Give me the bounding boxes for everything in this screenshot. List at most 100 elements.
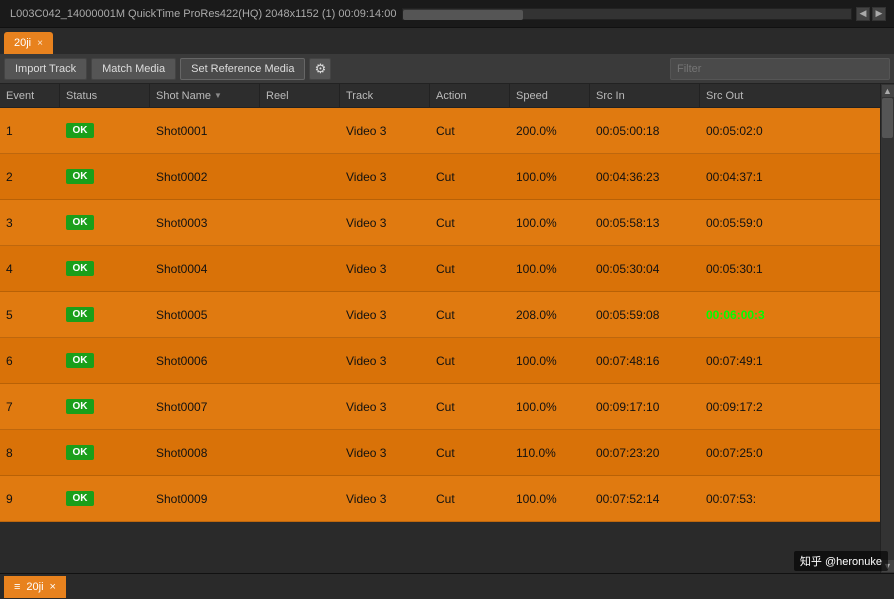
top-media-bar: L003C042_14000001M QuickTime ProRes422(H…	[0, 0, 894, 28]
nav-next-arrow[interactable]: ▶	[872, 7, 886, 21]
tab-row: 20ji ×	[0, 28, 894, 54]
main-tab[interactable]: 20ji ×	[4, 32, 53, 54]
cell-shot: Shot0006	[150, 338, 260, 383]
cell-track: Video 3	[340, 246, 430, 291]
cell-srcin: 00:09:17:10	[590, 384, 700, 429]
cell-speed: 100.0%	[510, 246, 590, 291]
cell-speed: 208.0%	[510, 292, 590, 337]
cell-reel	[260, 108, 340, 153]
cell-speed: 200.0%	[510, 108, 590, 153]
match-media-button[interactable]: Match Media	[91, 58, 176, 80]
bottom-tab-close[interactable]: ×	[50, 581, 56, 593]
bottom-tab[interactable]: ≡ 20ji ×	[4, 576, 66, 598]
cell-shot: Shot0003	[150, 200, 260, 245]
cell-action: Cut	[430, 108, 510, 153]
scroll-thumb[interactable]	[882, 98, 893, 138]
cell-track: Video 3	[340, 154, 430, 199]
table-row[interactable]: 8OKShot0008Video 3Cut110.0%00:07:23:2000…	[0, 430, 894, 476]
cell-track: Video 3	[340, 200, 430, 245]
status-badge: OK	[66, 353, 94, 368]
status-badge: OK	[66, 123, 94, 138]
cell-srcin: 00:05:00:18	[590, 108, 700, 153]
cell-status: OK	[60, 154, 150, 199]
status-badge: OK	[66, 491, 94, 506]
cell-track: Video 3	[340, 108, 430, 153]
table-header: Event Status Shot Name ▼ Reel Track Acti…	[0, 84, 894, 108]
horizontal-scrollbar[interactable]	[402, 8, 852, 20]
cell-srcin: 00:07:23:20	[590, 430, 700, 475]
bottom-tab-label: 20ji	[26, 581, 43, 593]
cell-action: Cut	[430, 154, 510, 199]
table-row[interactable]: 2OKShot0002Video 3Cut100.0%00:04:36:2300…	[0, 154, 894, 200]
status-badge: OK	[66, 261, 94, 276]
bottom-tab-row: ≡ 20ji ×	[0, 573, 894, 599]
cell-srcin: 00:05:59:08	[590, 292, 700, 337]
cell-srcout: 00:07:49:1	[700, 338, 894, 383]
vertical-scrollbar[interactable]: ▲ ▼	[880, 84, 894, 573]
table-row[interactable]: 4OKShot0004Video 3Cut100.0%00:05:30:0400…	[0, 246, 894, 292]
cell-event: 1	[0, 108, 60, 153]
cell-status: OK	[60, 384, 150, 429]
cell-event: 7	[0, 384, 60, 429]
settings-gear-button[interactable]: ⚙	[309, 58, 331, 80]
media-label: L003C042_14000001M QuickTime ProRes422(H…	[4, 8, 402, 20]
cell-reel	[260, 154, 340, 199]
cell-srcout: 00:07:53:	[700, 476, 894, 521]
table-row[interactable]: 6OKShot0006Video 3Cut100.0%00:07:48:1600…	[0, 338, 894, 384]
cell-srcout: 00:06:00:3	[700, 292, 894, 337]
scroll-up-button[interactable]: ▲	[881, 84, 894, 98]
cell-status: OK	[60, 292, 150, 337]
tab-close-button[interactable]: ×	[37, 38, 43, 49]
cell-event: 5	[0, 292, 60, 337]
cell-speed: 110.0%	[510, 430, 590, 475]
filter-input[interactable]	[670, 58, 890, 80]
cell-speed: 100.0%	[510, 338, 590, 383]
col-header-track: Track	[340, 84, 430, 107]
import-track-button[interactable]: Import Track	[4, 58, 87, 80]
status-badge: OK	[66, 169, 94, 184]
cell-event: 8	[0, 430, 60, 475]
nav-prev-arrow[interactable]: ◀	[856, 7, 870, 21]
cell-track: Video 3	[340, 430, 430, 475]
cell-srcout: 00:04:37:1	[700, 154, 894, 199]
table-row[interactable]: 5OKShot0005Video 3Cut208.0%00:05:59:0800…	[0, 292, 894, 338]
cell-shot: Shot0007	[150, 384, 260, 429]
cell-reel	[260, 338, 340, 383]
table-row[interactable]: 9OKShot0009Video 3Cut100.0%00:07:52:1400…	[0, 476, 894, 522]
cell-srcin: 00:05:30:04	[590, 246, 700, 291]
cell-shot: Shot0002	[150, 154, 260, 199]
cell-action: Cut	[430, 476, 510, 521]
scroll-thumb-area[interactable]	[881, 98, 894, 559]
table-row[interactable]: 1OKShot0001Video 3Cut200.0%00:05:00:1800…	[0, 108, 894, 154]
col-header-event: Event	[0, 84, 60, 107]
status-badge: OK	[66, 445, 94, 460]
cell-status: OK	[60, 200, 150, 245]
set-reference-media-button[interactable]: Set Reference Media	[180, 58, 305, 80]
cell-srcin: 00:07:52:14	[590, 476, 700, 521]
cell-srcout: 00:05:30:1	[700, 246, 894, 291]
table-row[interactable]: 3OKShot0003Video 3Cut100.0%00:05:58:1300…	[0, 200, 894, 246]
scrollbar-thumb[interactable]	[403, 10, 523, 20]
tab-label: 20ji	[14, 37, 31, 49]
top-bar-content: L003C042_14000001M QuickTime ProRes422(H…	[4, 7, 890, 21]
col-header-srcin: Src In	[590, 84, 700, 107]
table-row[interactable]: 7OKShot0007Video 3Cut100.0%00:09:17:1000…	[0, 384, 894, 430]
cell-reel	[260, 384, 340, 429]
cell-event: 9	[0, 476, 60, 521]
cell-reel	[260, 476, 340, 521]
status-badge: OK	[66, 307, 94, 322]
status-badge: OK	[66, 215, 94, 230]
cell-track: Video 3	[340, 384, 430, 429]
cell-status: OK	[60, 476, 150, 521]
status-badge: OK	[66, 399, 94, 414]
cell-action: Cut	[430, 200, 510, 245]
scroll-down-button[interactable]: ▼	[881, 559, 894, 573]
cell-action: Cut	[430, 430, 510, 475]
cell-reel	[260, 246, 340, 291]
cell-status: OK	[60, 430, 150, 475]
cell-srcout: 00:07:25:0	[700, 430, 894, 475]
cell-action: Cut	[430, 246, 510, 291]
col-header-shot[interactable]: Shot Name ▼	[150, 84, 260, 107]
cell-speed: 100.0%	[510, 154, 590, 199]
cell-track: Video 3	[340, 338, 430, 383]
